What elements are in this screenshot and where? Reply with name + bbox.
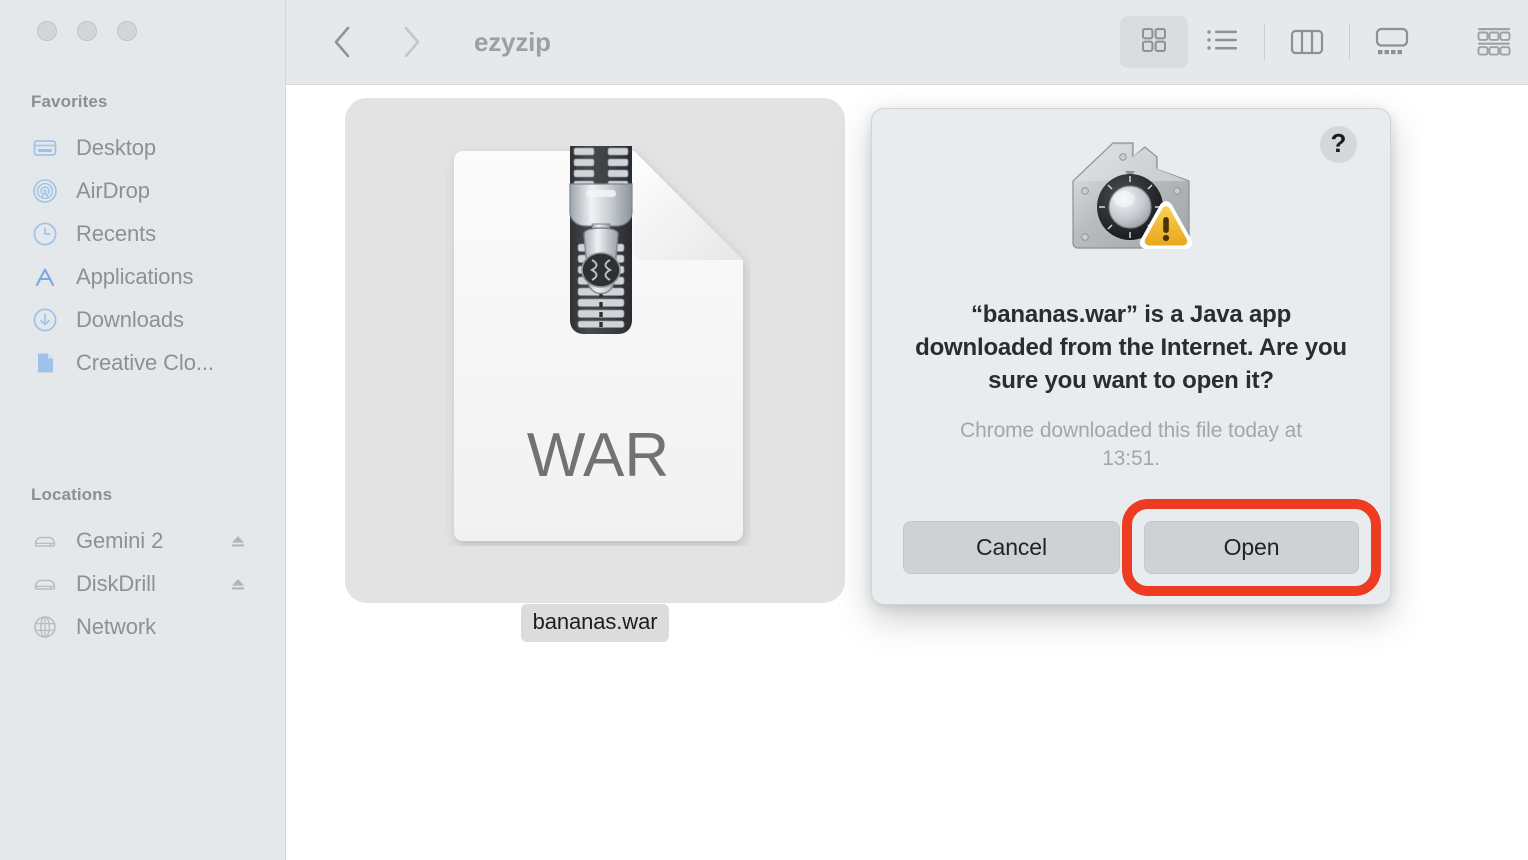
security-gatekeeper-warning-icon bbox=[1065, 129, 1197, 261]
sidebar-item-label: Recents bbox=[76, 220, 157, 246]
dialog-subtitle: Chrome downloaded this file today at 13:… bbox=[960, 419, 1302, 470]
file-name-label[interactable]: bananas.war bbox=[345, 604, 845, 642]
sidebar-item-label: Gemini 2 bbox=[76, 527, 164, 553]
applications-icon bbox=[31, 263, 59, 291]
sidebar-item-label: Network bbox=[76, 613, 156, 639]
window-controls bbox=[37, 21, 137, 41]
gatekeeper-dialog: ? “bananas.war” is a Java app downloaded… bbox=[871, 108, 1391, 605]
sidebar-item-label: Desktop bbox=[76, 134, 157, 160]
navigation-buttons bbox=[328, 24, 426, 60]
toolbar-divider bbox=[1264, 24, 1265, 60]
toolbar: ezyzip bbox=[286, 0, 1528, 85]
sidebar-item-diskdrill[interactable]: DiskDrill bbox=[0, 562, 286, 605]
airdrop-icon bbox=[31, 177, 59, 205]
zip-archive-document-icon: WAR bbox=[446, 146, 751, 546]
file-type-label: WAR bbox=[527, 421, 669, 490]
folder-title: ezyzip bbox=[474, 26, 551, 57]
sidebar-item-downloads[interactable]: Downloads bbox=[0, 298, 286, 341]
column-view-button[interactable] bbox=[1273, 16, 1341, 68]
sidebar-section-locations: Locations Gemini 2 DiskDrill Network bbox=[0, 485, 286, 648]
globe-icon bbox=[31, 613, 59, 641]
forward-button[interactable] bbox=[396, 24, 426, 60]
dialog-title: “bananas.war” is a Java app downloaded f… bbox=[915, 301, 1347, 394]
gallery-view-button[interactable] bbox=[1358, 16, 1426, 68]
file-name-text: bananas.war bbox=[520, 604, 670, 642]
clock-icon bbox=[31, 220, 59, 248]
sidebar-item-airdrop[interactable]: AirDrop bbox=[0, 169, 286, 212]
help-button[interactable]: ? bbox=[1320, 126, 1357, 163]
toolbar-divider bbox=[1349, 24, 1350, 60]
eject-icon[interactable] bbox=[230, 576, 246, 592]
eject-icon[interactable] bbox=[230, 533, 246, 549]
cancel-button[interactable]: Cancel bbox=[903, 521, 1120, 574]
back-button[interactable] bbox=[328, 24, 358, 60]
main-area: ezyzip WAR bananas.war ? “bananas.war” i… bbox=[286, 0, 1528, 860]
sidebar: Favorites Desktop AirDrop Recents Applic… bbox=[0, 0, 286, 860]
open-button-container: Open bbox=[1122, 499, 1381, 596]
file-item-selected[interactable]: WAR bbox=[345, 98, 845, 603]
grid-view-icon bbox=[1137, 23, 1171, 62]
open-button[interactable]: Open bbox=[1144, 521, 1359, 574]
list-view-button[interactable] bbox=[1188, 16, 1256, 68]
group-by-icon bbox=[1477, 28, 1511, 56]
external-drive-icon bbox=[31, 570, 59, 598]
external-drive-icon bbox=[31, 527, 59, 555]
minimize-button[interactable] bbox=[77, 21, 97, 41]
sidebar-item-label: Applications bbox=[76, 263, 194, 289]
sidebar-item-label: Downloads bbox=[76, 306, 184, 332]
file-browser-content: WAR bananas.war ? “bananas.war” is a Jav… bbox=[286, 85, 1528, 860]
dialog-action-buttons: Cancel Open bbox=[903, 499, 1381, 596]
finder-window: Favorites Desktop AirDrop Recents Applic… bbox=[0, 0, 1528, 860]
sidebar-item-gemini-2[interactable]: Gemini 2 bbox=[0, 519, 286, 562]
download-arrow-icon bbox=[31, 306, 59, 334]
sidebar-item-creative-cloud[interactable]: Creative Clo... bbox=[0, 341, 286, 384]
document-icon bbox=[31, 349, 59, 377]
close-button[interactable] bbox=[37, 21, 57, 41]
group-by-button[interactable] bbox=[1464, 16, 1524, 68]
icon-view-button[interactable] bbox=[1120, 16, 1188, 68]
sidebar-item-recents[interactable]: Recents bbox=[0, 212, 286, 255]
view-mode-controls bbox=[1120, 16, 1528, 68]
desktop-icon bbox=[31, 134, 59, 162]
sidebar-item-desktop[interactable]: Desktop bbox=[0, 126, 286, 169]
list-view-icon bbox=[1204, 23, 1240, 62]
sidebar-item-label: DiskDrill bbox=[76, 570, 156, 596]
sidebar-item-applications[interactable]: Applications bbox=[0, 255, 286, 298]
gallery-view-icon bbox=[1375, 27, 1409, 55]
column-view-icon bbox=[1290, 29, 1324, 55]
sidebar-item-label: AirDrop bbox=[76, 177, 150, 203]
sidebar-section-header: Favorites bbox=[31, 92, 108, 111]
sidebar-item-label: Creative Clo... bbox=[76, 349, 214, 375]
sidebar-section-favorites: Favorites Desktop AirDrop Recents Applic… bbox=[0, 92, 286, 384]
sidebar-item-network[interactable]: Network bbox=[0, 605, 286, 648]
sidebar-section-header: Locations bbox=[31, 485, 113, 504]
maximize-button[interactable] bbox=[117, 21, 137, 41]
